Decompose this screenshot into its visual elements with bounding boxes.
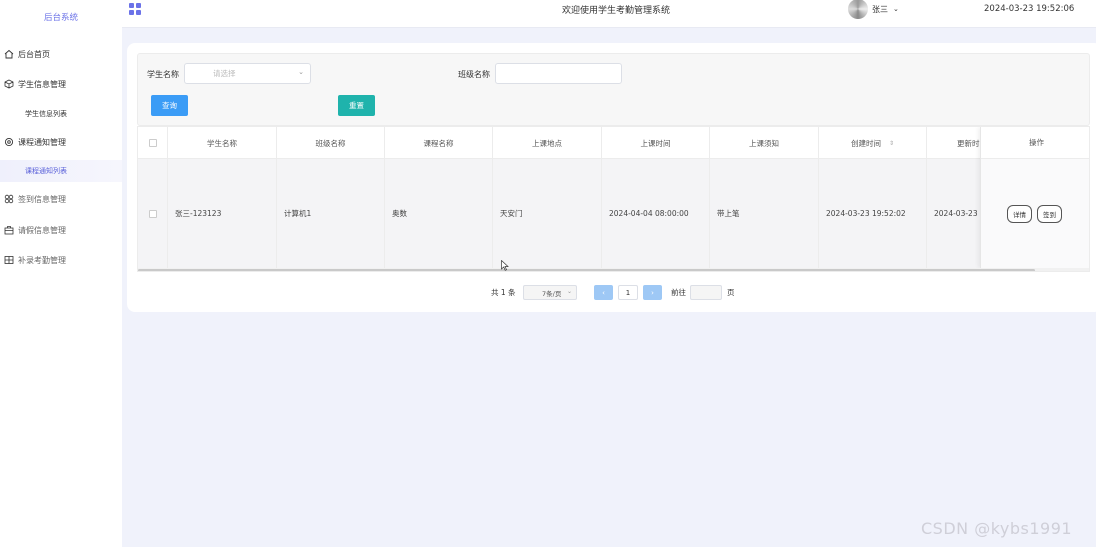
clover-icon bbox=[3, 193, 15, 205]
avatar bbox=[848, 0, 868, 19]
cell-notice: 带上笔 bbox=[710, 159, 819, 268]
chevron-down-icon: ⌄ bbox=[893, 5, 899, 13]
menu-signin-label: 签到信息管理 bbox=[18, 194, 66, 204]
col-created-label: 创建时间 bbox=[850, 138, 881, 148]
page-suffix: 页 bbox=[727, 288, 735, 297]
chevron-down-icon: ⌄ bbox=[298, 68, 304, 76]
menu-student-list-label: 学生信息列表 bbox=[25, 110, 67, 118]
class-name-label: 班级名称 bbox=[458, 70, 490, 79]
home-icon bbox=[3, 48, 15, 60]
menu-course-notice-list-label: 课程通知列表 bbox=[25, 167, 67, 175]
menu-home-label: 后台首页 bbox=[18, 49, 50, 59]
menu-course-notice[interactable]: 课程通知管理 bbox=[0, 131, 122, 153]
detail-button[interactable]: 详情 bbox=[1007, 205, 1032, 223]
briefcase-icon bbox=[3, 224, 15, 236]
col-operations: 操作 bbox=[981, 127, 1089, 159]
col-updated: 更新时 bbox=[957, 138, 980, 148]
select-all-cell bbox=[138, 127, 168, 159]
row-checkbox[interactable] bbox=[148, 209, 157, 218]
query-button[interactable]: 查询 bbox=[151, 95, 188, 116]
sort-icon[interactable]: ⇕ bbox=[889, 140, 894, 147]
scrollbar-thumb[interactable] bbox=[138, 269, 1035, 271]
brand-title: 后台系统 bbox=[43, 13, 78, 23]
gear-icon bbox=[3, 136, 15, 148]
menu-student-info[interactable]: 学生信息管理 bbox=[0, 73, 122, 95]
page-number[interactable]: 1 bbox=[618, 285, 638, 300]
horizontal-scrollbar[interactable] bbox=[138, 268, 1089, 271]
page-size-select[interactable]: 7条/页 ⌄ bbox=[523, 285, 577, 300]
student-select-placeholder: 请选择 bbox=[213, 69, 236, 78]
menu-home[interactable]: 后台首页 bbox=[0, 43, 122, 65]
cell-course: 奥数 bbox=[385, 159, 493, 268]
cell-updated: 2024-03-23 19 bbox=[934, 209, 987, 218]
table-row: 张三-123123 计算机1 奥数 天安门 2024-04-04 08:00:0… bbox=[138, 159, 1089, 268]
operations-column: 操作 详情 签到 bbox=[980, 127, 1089, 268]
total-count: 共 1 条 bbox=[491, 288, 516, 297]
user-menu[interactable]: 张三 ⌄ bbox=[848, 0, 899, 19]
header-title: 欢迎使用学生考勤管理系统 bbox=[562, 6, 671, 16]
sign-in-button[interactable]: 签到 bbox=[1037, 205, 1062, 223]
goto-page-input[interactable] bbox=[690, 285, 722, 300]
table-header: 学生名称 班级名称 课程名称 上课地点 上课时间 上课须知 创建时间 ⇕ 更新时 bbox=[138, 127, 1089, 159]
menu-course-notice-label: 课程通知管理 bbox=[18, 137, 66, 147]
col-created[interactable]: 创建时间 ⇕ bbox=[819, 127, 927, 159]
prev-page-button[interactable]: ‹ bbox=[594, 285, 613, 300]
menu-makeup-label: 补录考勤管理 bbox=[18, 255, 66, 265]
menu-leave[interactable]: 请假信息管理 bbox=[0, 219, 122, 241]
menu-toggle-icon[interactable] bbox=[129, 3, 141, 15]
menu-makeup[interactable]: 补录考勤管理 bbox=[0, 249, 122, 271]
sidebar: 后台系统 后台首页 学生信息管理 学生信息列表 课程通知管理 课程通知列表 签到… bbox=[0, 0, 122, 547]
data-table: 学生名称 班级名称 课程名称 上课地点 上课时间 上课须知 创建时间 ⇕ 更新时… bbox=[137, 126, 1090, 272]
select-all-checkbox[interactable] bbox=[148, 139, 157, 147]
user-name: 张三 bbox=[872, 4, 888, 14]
menu-leave-label: 请假信息管理 bbox=[18, 225, 66, 235]
cube-icon bbox=[3, 78, 15, 90]
col-location: 上课地点 bbox=[493, 127, 602, 159]
watermark: CSDN @kybs1991 bbox=[921, 519, 1073, 538]
cell-time: 2024-04-04 08:00:00 bbox=[602, 159, 710, 268]
top-header: 欢迎使用学生考勤管理系统 张三 ⌄ 2024-03-23 19:52:06 bbox=[122, 0, 1096, 28]
grid-table-icon bbox=[3, 254, 15, 266]
reset-button[interactable]: 重置 bbox=[338, 95, 375, 116]
col-student: 学生名称 bbox=[168, 127, 277, 159]
col-class: 班级名称 bbox=[277, 127, 385, 159]
menu-course-notice-list[interactable]: 课程通知列表 bbox=[0, 160, 122, 182]
main-card: 学生名称 请选择 ⌄ 班级名称 查询 重置 学生名称 班级名称 课程名称 上课地… bbox=[127, 43, 1096, 312]
chevron-left-icon: ‹ bbox=[602, 288, 605, 297]
menu-student-list[interactable]: 学生信息列表 bbox=[0, 103, 122, 125]
menu-student-info-label: 学生信息管理 bbox=[18, 79, 66, 89]
col-notice: 上课须知 bbox=[710, 127, 819, 159]
col-course: 课程名称 bbox=[385, 127, 493, 159]
chevron-right-icon: › bbox=[651, 288, 654, 297]
class-name-input[interactable] bbox=[495, 63, 622, 84]
menu-signin[interactable]: 签到信息管理 bbox=[0, 188, 122, 210]
search-panel: 学生名称 请选择 ⌄ 班级名称 查询 重置 bbox=[137, 53, 1090, 126]
goto-label: 前往 bbox=[671, 288, 686, 297]
chevron-down-icon: ⌄ bbox=[566, 288, 572, 295]
row-select-cell bbox=[138, 159, 168, 268]
pagination: 共 1 条 7条/页 ⌄ ‹ 1 › 前往 页 bbox=[127, 285, 1096, 301]
page-size-value: 7条/页 bbox=[542, 289, 562, 298]
cell-created: 2024-03-23 19:52:02 bbox=[819, 159, 927, 268]
cell-class: 计算机1 bbox=[277, 159, 385, 268]
col-time: 上课时间 bbox=[602, 127, 710, 159]
student-select[interactable]: 请选择 ⌄ bbox=[184, 63, 311, 84]
header-clock: 2024-03-23 19:52:06 bbox=[984, 4, 1075, 14]
next-page-button[interactable]: › bbox=[643, 285, 662, 300]
mouse-cursor-icon bbox=[501, 260, 509, 271]
cell-location: 天安门 bbox=[493, 159, 602, 268]
cell-student: 张三-123123 bbox=[168, 159, 277, 268]
student-name-label: 学生名称 bbox=[147, 70, 179, 79]
